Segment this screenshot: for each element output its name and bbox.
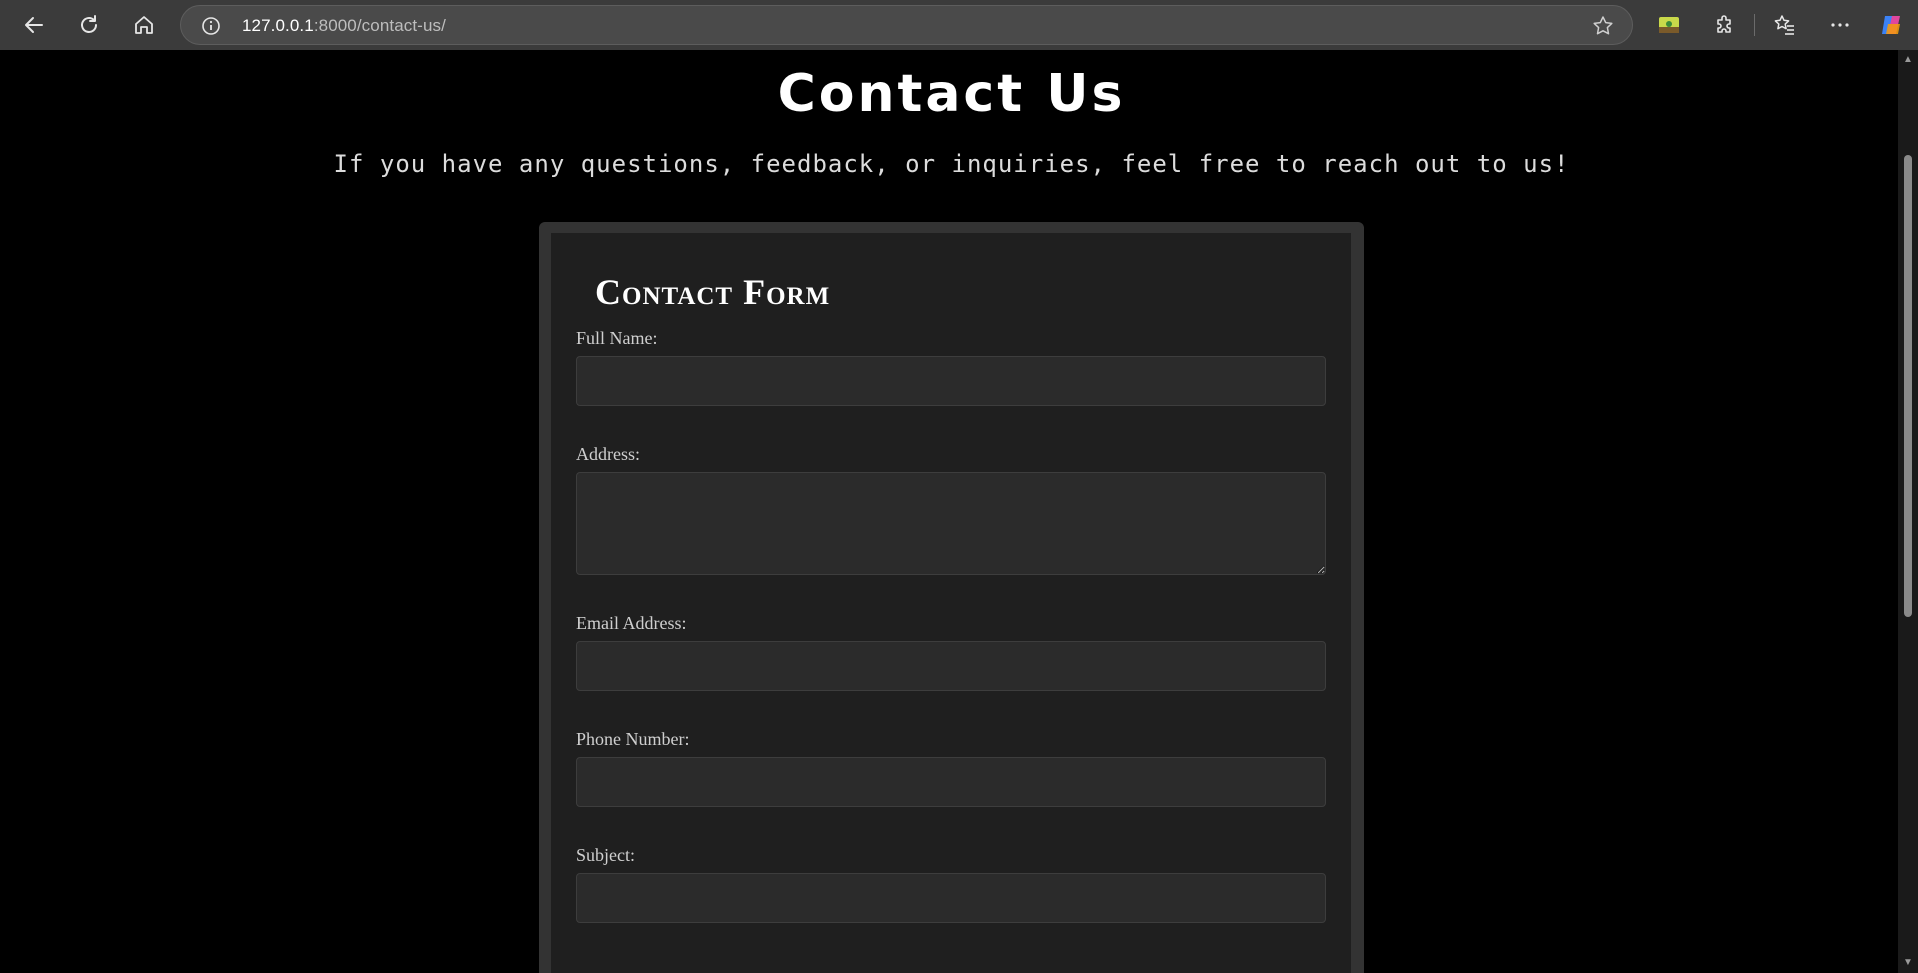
url-host: 127.0.0.1 xyxy=(242,16,314,35)
info-icon[interactable] xyxy=(201,16,221,36)
puzzle-icon xyxy=(1717,15,1731,33)
star-icon[interactable] xyxy=(1592,15,1614,37)
full-name-label: Full Name: xyxy=(576,328,658,348)
page-viewport: Contact Us If you have any questions, fe… xyxy=(5,50,1898,973)
toolbar-separator xyxy=(1754,14,1755,36)
full-name-input[interactable] xyxy=(576,356,1326,406)
form-title: Contact Form xyxy=(595,272,831,312)
page-scrollbar[interactable]: ▲ ▼ xyxy=(1898,50,1918,973)
scroll-thumb[interactable] xyxy=(1904,155,1912,617)
copilot-icon xyxy=(1882,16,1900,34)
address-label: Address: xyxy=(576,444,640,464)
more-icon xyxy=(1831,23,1849,27)
reload-icon xyxy=(81,15,97,33)
email-input[interactable] xyxy=(576,641,1326,691)
subject-input[interactable] xyxy=(576,873,1326,923)
page-subtitle: If you have any questions, feedback, or … xyxy=(333,150,1570,178)
contact-form-container: Contact Form Full Name: Address: Email A… xyxy=(539,222,1364,973)
url-path: :8000/contact-us/ xyxy=(313,16,446,35)
more-button[interactable] xyxy=(1826,11,1854,39)
favorites-button[interactable] xyxy=(1771,11,1799,39)
extension-app-icon xyxy=(1659,17,1679,33)
phone-input[interactable] xyxy=(576,757,1326,807)
home-button[interactable] xyxy=(127,8,161,42)
scroll-up-arrow-icon[interactable]: ▲ xyxy=(1902,55,1914,65)
extensions-button[interactable] xyxy=(1711,11,1739,39)
scroll-down-arrow-icon[interactable]: ▼ xyxy=(1902,958,1914,968)
home-icon xyxy=(135,16,153,34)
favorites-icon xyxy=(1774,15,1794,35)
phone-label: Phone Number: xyxy=(576,729,690,749)
page-title: Contact Us xyxy=(777,64,1126,124)
email-label: Email Address: xyxy=(576,613,687,633)
url-text[interactable]: 127.0.0.1:8000/contact-us/ xyxy=(242,16,446,36)
contact-form: Contact Form Full Name: Address: Email A… xyxy=(551,233,1351,973)
extension-app-button[interactable] xyxy=(1655,11,1683,39)
address-bar[interactable]: 127.0.0.1:8000/contact-us/ xyxy=(180,5,1633,45)
browser-toolbar: 127.0.0.1:8000/contact-us/ xyxy=(0,0,1918,50)
back-button[interactable] xyxy=(17,8,51,42)
back-icon xyxy=(25,17,43,33)
address-textarea[interactable] xyxy=(576,472,1326,575)
reload-button[interactable] xyxy=(72,8,106,42)
copilot-button[interactable] xyxy=(1878,11,1906,39)
subject-label: Subject: xyxy=(576,845,635,865)
